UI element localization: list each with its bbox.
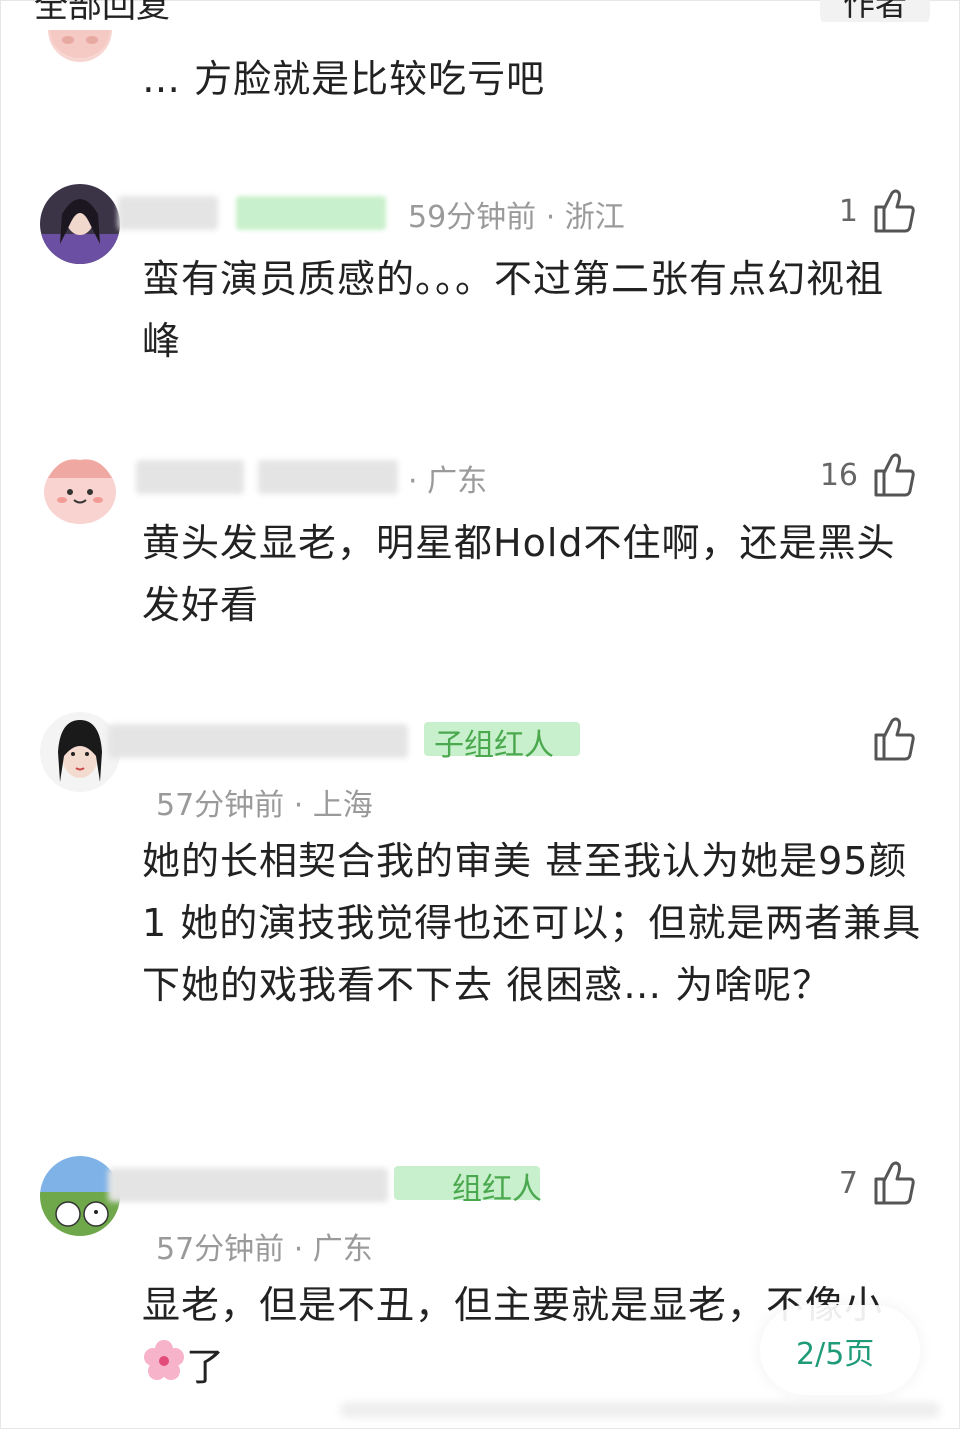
comment-time: 57分钟前 (156, 1232, 285, 1267)
page-indicator-label: 2/5页 (796, 1337, 875, 1372)
bottom-input-bar[interactable] (340, 1402, 940, 1418)
comment-location: 广东 (312, 1232, 373, 1267)
avatar[interactable] (48, 30, 112, 62)
comment-location: 浙江 (564, 200, 625, 235)
thumbs-up-icon (874, 189, 915, 233)
page-indicator[interactable]: 2/5页 (760, 1305, 920, 1395)
badge-label: 组红人 (452, 1172, 542, 1207)
comment-text: 她的长相契合我的审美 甚至我认为她是95颜1 她的演技我觉得也还可以；但就是两者… (142, 839, 922, 1007)
badge-label: 子组红人 (434, 728, 554, 763)
like-button[interactable]: 16 (820, 450, 916, 500)
like-count: 16 (819, 457, 858, 493)
like-count: 7 (838, 1165, 858, 1201)
comment-time: 57分钟前 (156, 788, 285, 823)
cherry-blossom-icon (142, 1339, 186, 1401)
username[interactable] (136, 460, 244, 494)
comment-text-after: 了 (186, 1345, 226, 1389)
thumbs-up-icon (874, 453, 915, 497)
like-button[interactable] (858, 714, 916, 764)
comment-meta: · 广东 (408, 464, 488, 499)
thumbs-up-icon (874, 1161, 915, 1205)
user-badge (236, 196, 386, 230)
header: 全部回复 作者 (0, 0, 960, 22)
username[interactable] (118, 196, 218, 230)
avatar[interactable] (40, 184, 120, 264)
page-title: 全部回复 (34, 0, 170, 22)
username-extra (258, 460, 398, 494)
avatar[interactable] (40, 448, 120, 528)
username[interactable] (108, 724, 408, 758)
comment-text: 黄头发显老，明星都Hold不住啊，还是黑头发好看 (142, 521, 896, 627)
comment-location: 上海 (312, 788, 373, 823)
like-button[interactable]: 1 (839, 186, 916, 236)
username[interactable] (108, 1168, 388, 1202)
comment-text: 蛮有演员质感的。。。不过第二张有点幻视祖峰 (142, 257, 885, 363)
comment-location: 广东 (427, 464, 488, 499)
comment-meta: 57分钟前 · 广东 (156, 1232, 373, 1267)
like-count: 1 (838, 193, 858, 229)
comment-text: … 方脸就是比较吃亏吧 (142, 57, 546, 101)
comment-meta: 57分钟前 · 上海 (156, 788, 373, 823)
comment-time: 59分钟前 (408, 200, 537, 235)
comment-meta: 59分钟前 · 浙江 (408, 200, 625, 235)
like-button[interactable]: 7 (839, 1158, 916, 1208)
thumbs-up-icon (874, 717, 915, 761)
author-filter-button[interactable]: 作者 (820, 0, 930, 22)
